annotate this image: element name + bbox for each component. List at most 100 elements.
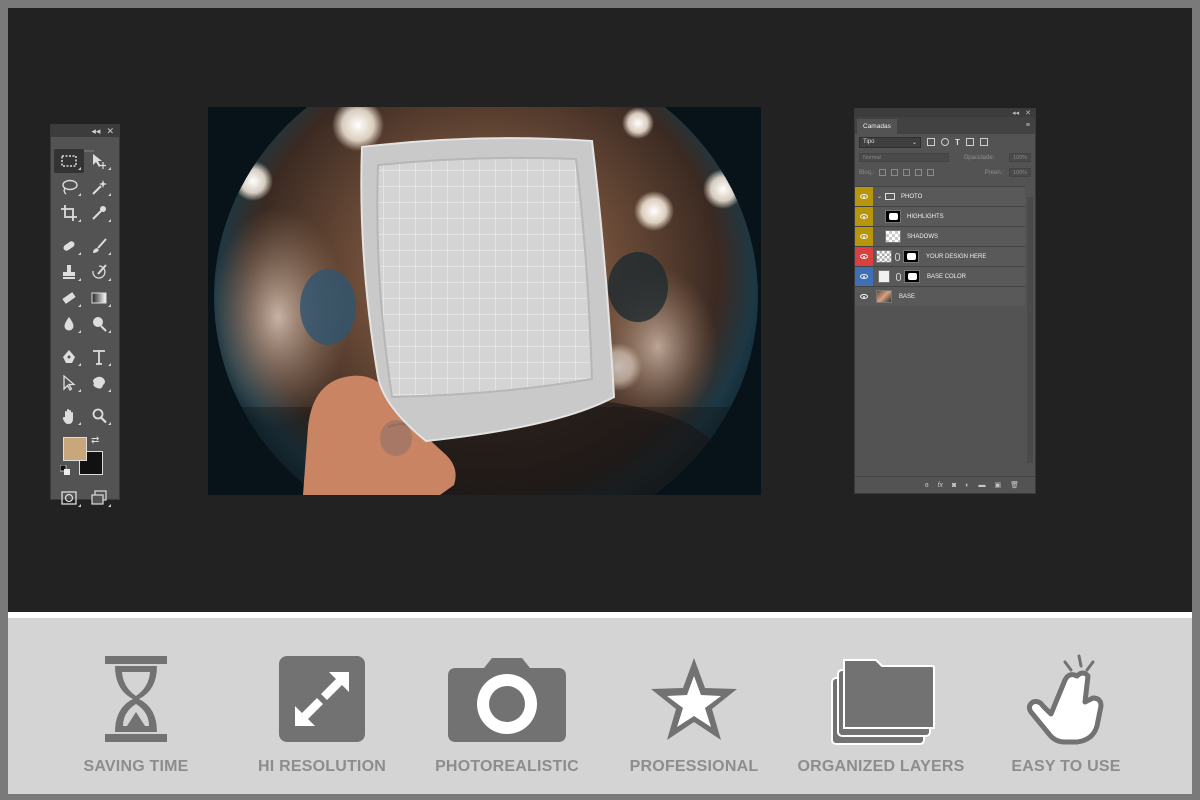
layers-scrollbar[interactable] xyxy=(1027,197,1033,463)
hand-icon xyxy=(62,409,73,424)
feature-label: PHOTOREALISTIC xyxy=(435,758,579,775)
foreground-color-swatch[interactable] xyxy=(63,437,87,461)
delete-layer-icon[interactable]: 🗑 xyxy=(1010,481,1019,489)
pixel-filter-icon[interactable] xyxy=(927,138,935,146)
lock-pixels-icon[interactable] xyxy=(891,169,899,176)
collapse-icon[interactable]: ◂◂ xyxy=(91,126,100,137)
type-tool[interactable] xyxy=(84,345,114,369)
layer-filter-select[interactable]: Tipo ⌄ xyxy=(859,136,921,148)
magnifier-icon xyxy=(92,408,107,424)
dodge-tool[interactable] xyxy=(84,312,114,336)
lasso-tool[interactable] xyxy=(54,175,84,199)
lock-all-icon[interactable] xyxy=(927,169,935,176)
layer-name: PHOTO xyxy=(901,193,923,200)
visibility-eye-icon[interactable] xyxy=(855,247,873,266)
adjustment-filter-icon[interactable] xyxy=(941,138,949,146)
visibility-eye-icon[interactable] xyxy=(855,187,873,206)
blur-tool[interactable] xyxy=(54,312,84,336)
bandage-icon xyxy=(63,241,75,251)
layer-thumbnail xyxy=(878,270,890,283)
type-filter-icon[interactable]: T xyxy=(955,138,960,147)
layer-row-your-design-here[interactable]: YOUR DESIGN HERE xyxy=(855,246,1025,266)
magic-wand-tool[interactable] xyxy=(84,175,114,199)
visibility-eye-icon[interactable] xyxy=(855,207,873,226)
visibility-eye-icon[interactable] xyxy=(855,227,873,246)
features-bar: SAVING TIME HI RESOLUTION PHOTOREALISTIC… xyxy=(8,618,1192,794)
zoom-tool[interactable] xyxy=(84,404,114,428)
screen-mode-icon xyxy=(91,490,107,505)
eyedropper-tool[interactable] xyxy=(84,201,114,225)
history-brush-tool[interactable] xyxy=(84,260,114,284)
tap-hand-icon xyxy=(1026,654,1104,745)
clone-stamp-tool[interactable] xyxy=(54,260,84,284)
path-selection-tool[interactable] xyxy=(54,371,84,395)
new-layer-icon[interactable]: ▣ xyxy=(994,481,1001,489)
default-colors-icon[interactable] xyxy=(60,465,70,475)
layer-row-base-color[interactable]: BASE COLOR xyxy=(855,266,1025,286)
layer-list: ⌄ PHOTO HIGHLIGHTS SHADOWS YOUR DESIGN H… xyxy=(855,186,1035,306)
quick-mask-button[interactable] xyxy=(54,486,84,510)
close-icon[interactable]: ✕ xyxy=(106,126,114,137)
layer-name: BASE xyxy=(899,293,916,300)
link-layers-icon[interactable]: ɞ xyxy=(925,482,929,489)
layer-row-photo[interactable]: ⌄ PHOTO xyxy=(855,186,1025,206)
lock-artboard-icon[interactable] xyxy=(915,169,923,176)
close-icon[interactable]: ✕ xyxy=(1025,109,1031,117)
add-mask-icon[interactable]: ◙ xyxy=(952,482,956,489)
star-icon xyxy=(651,658,737,740)
brush-tool[interactable] xyxy=(84,234,114,258)
lock-transparency-icon[interactable] xyxy=(879,169,887,176)
fill-field[interactable]: 100% xyxy=(1009,168,1031,177)
move-tool[interactable] xyxy=(84,149,114,173)
gradient-icon xyxy=(91,292,107,304)
fisheye-photo-image xyxy=(208,107,761,495)
tab-layers[interactable]: Camadas xyxy=(857,119,897,134)
type-icon xyxy=(93,350,105,365)
panel-grip[interactable] xyxy=(51,139,119,152)
layer-row-highlights[interactable]: HIGHLIGHTS xyxy=(855,206,1025,226)
pen-icon xyxy=(63,350,75,363)
smart-object-filter-icon[interactable] xyxy=(979,138,988,146)
screen-mode-button[interactable] xyxy=(84,486,114,510)
group-expand-icon[interactable]: ⌄ xyxy=(877,193,882,200)
move-icon xyxy=(93,154,106,169)
feature-photorealistic: PHOTOREALISTIC xyxy=(417,654,597,784)
layer-row-base[interactable]: BASE xyxy=(855,286,1025,306)
new-group-icon[interactable]: ▬ xyxy=(978,482,985,489)
visibility-eye-icon[interactable] xyxy=(855,287,873,306)
fx-icon[interactable]: fx xyxy=(938,482,943,489)
layer-thumbnail xyxy=(876,290,892,303)
hand-tool[interactable] xyxy=(54,404,84,428)
fill-label: Preen.: xyxy=(984,169,1004,176)
eraser-tool[interactable] xyxy=(54,286,84,310)
feature-hi-resolution: HI RESOLUTION xyxy=(232,654,412,784)
lock-position-icon[interactable] xyxy=(903,169,911,176)
feature-label: SAVING TIME xyxy=(83,758,189,775)
spot-healing-tool[interactable] xyxy=(54,234,84,258)
shape-filter-icon[interactable] xyxy=(965,138,974,146)
adjustment-layer-icon[interactable]: ◐ xyxy=(965,482,969,489)
swap-colors-icon[interactable]: ⇄ xyxy=(91,435,99,446)
collapse-icon[interactable]: ◂◂ xyxy=(1012,109,1019,117)
visibility-eye-icon[interactable] xyxy=(855,267,873,286)
arrow-pointer-icon xyxy=(63,374,76,391)
pen-tool[interactable] xyxy=(54,345,84,369)
quick-mask-icon xyxy=(61,491,77,505)
folders-icon xyxy=(831,659,935,745)
gradient-tool[interactable] xyxy=(84,286,114,310)
layer-name: BASE COLOR xyxy=(927,273,967,280)
link-chain-icon xyxy=(895,252,900,261)
history-brush-icon xyxy=(92,264,107,279)
document-canvas-photo[interactable] xyxy=(208,107,761,495)
blend-mode-select[interactable]: Normal xyxy=(859,153,949,162)
crop-tool[interactable] xyxy=(54,201,84,225)
layer-row-shadows[interactable]: SHADOWS xyxy=(855,226,1025,246)
panel-menu-icon[interactable]: ≡ xyxy=(1026,122,1030,129)
eyedropper-icon xyxy=(92,206,106,220)
layers-panel-titlebar: ◂◂ ✕ xyxy=(855,109,1035,117)
opacity-field[interactable]: 100% xyxy=(1008,153,1031,162)
rectangular-marquee-tool[interactable] xyxy=(54,149,84,173)
filter-select-value: Tipo xyxy=(863,139,875,145)
custom-shape-tool[interactable] xyxy=(84,371,114,395)
opacity-label: Opacidade: xyxy=(963,154,995,161)
